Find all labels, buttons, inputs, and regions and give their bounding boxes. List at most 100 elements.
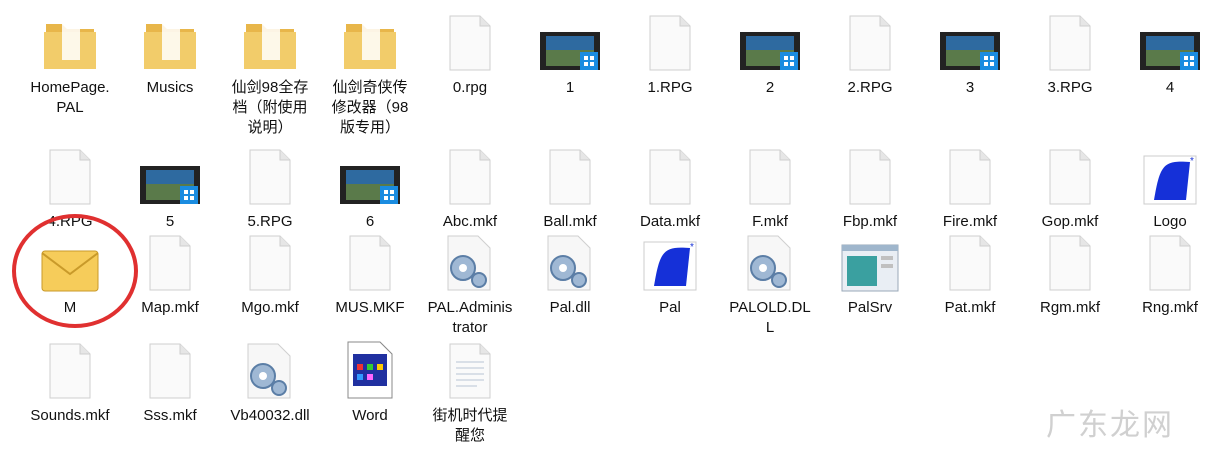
file-label: Mgo.mkf <box>241 299 299 316</box>
blank-icon <box>940 144 1000 206</box>
file-item[interactable]: Abc.mkf <box>420 136 520 232</box>
file-item[interactable]: 4 <box>1120 2 1214 98</box>
video-icon <box>140 144 200 206</box>
file-item[interactable]: HomePage.PAL <box>20 2 120 118</box>
highlight-circle <box>12 214 138 328</box>
file-item[interactable]: Fire.mkf <box>920 136 1020 232</box>
blank-icon <box>740 144 800 206</box>
file-item[interactable]: 仙剑98全存档（附使用说明） <box>220 2 320 138</box>
gear-icon <box>540 230 600 292</box>
file-item[interactable]: 2 <box>720 2 820 98</box>
blank-icon <box>640 10 700 72</box>
blank-icon <box>40 144 100 206</box>
file-item[interactable]: * Pal <box>620 222 720 318</box>
video-icon <box>940 10 1000 72</box>
blank-icon <box>440 144 500 206</box>
file-item[interactable]: MUS.MKF <box>320 222 420 318</box>
blank-icon <box>1040 10 1100 72</box>
file-item[interactable]: 3 <box>920 2 1020 98</box>
file-label: 仙剑98全存档（附使用说明） <box>231 79 309 136</box>
file-item[interactable]: 5 <box>120 136 220 232</box>
video-icon <box>740 10 800 72</box>
file-item[interactable]: 2.RPG <box>820 2 920 98</box>
file-item[interactable]: PALOLD.DLL <box>720 222 820 338</box>
file-label: 1.RPG <box>647 79 693 96</box>
blank-icon <box>340 230 400 292</box>
file-label: MUS.MKF <box>335 299 405 316</box>
file-item[interactable]: 街机时代提醒您 <box>420 330 520 446</box>
blank-icon <box>440 10 500 72</box>
blank-icon <box>940 230 1000 292</box>
file-label: 3.RPG <box>1047 79 1093 96</box>
blank-icon <box>140 338 200 400</box>
file-item[interactable]: Pal.dll <box>520 222 620 318</box>
blank-icon <box>1140 230 1200 292</box>
folder-icon <box>340 10 400 72</box>
text-icon <box>440 338 500 400</box>
app-icon: * <box>640 230 700 292</box>
file-item[interactable]: Musics <box>120 2 220 98</box>
file-item[interactable]: Data.mkf <box>620 136 720 232</box>
folder-icon <box>140 10 200 72</box>
file-item[interactable]: * Logo <box>1120 136 1214 232</box>
blank-icon <box>140 230 200 292</box>
file-item[interactable]: 0.rpg <box>420 2 520 98</box>
blank-icon <box>840 10 900 72</box>
blank-icon <box>1040 230 1100 292</box>
file-item[interactable]: Vb40032.dll <box>220 330 320 426</box>
file-label: Musics <box>146 79 194 96</box>
file-label: PALOLD.DLL <box>729 299 811 336</box>
window-icon <box>840 230 900 292</box>
file-label: Rgm.mkf <box>1040 299 1100 316</box>
file-item[interactable]: Rgm.mkf <box>1020 222 1120 318</box>
blank-icon <box>1040 144 1100 206</box>
file-item[interactable]: Mgo.mkf <box>220 222 320 318</box>
file-item[interactable]: Ball.mkf <box>520 136 620 232</box>
video-icon <box>340 144 400 206</box>
file-item[interactable]: F.mkf <box>720 136 820 232</box>
file-label: Sounds.mkf <box>30 407 110 424</box>
blank-icon <box>40 338 100 400</box>
svg-text:*: * <box>1190 156 1194 167</box>
file-item[interactable]: 5.RPG <box>220 136 320 232</box>
app-icon: * <box>1140 144 1200 206</box>
file-item[interactable]: 3.RPG <box>1020 2 1120 98</box>
file-label: 街机时代提醒您 <box>432 407 508 444</box>
file-item[interactable]: Sss.mkf <box>120 330 220 426</box>
file-item[interactable]: 1.RPG <box>620 2 720 98</box>
gear-icon <box>240 338 300 400</box>
file-label: 3 <box>965 79 975 96</box>
folder-icon <box>40 10 100 72</box>
file-label: Sss.mkf <box>143 407 197 424</box>
word-icon <box>340 338 400 400</box>
gear-icon <box>740 230 800 292</box>
file-label: Pal <box>659 299 681 316</box>
blank-icon <box>840 144 900 206</box>
file-item[interactable]: Gop.mkf <box>1020 136 1120 232</box>
svg-text:*: * <box>690 242 694 253</box>
file-item[interactable]: Pat.mkf <box>920 222 1020 318</box>
file-label: Pat.mkf <box>944 299 996 316</box>
blank-icon <box>240 144 300 206</box>
file-item[interactable]: Sounds.mkf <box>20 330 120 426</box>
file-label: 2 <box>765 79 775 96</box>
file-item[interactable]: Fbp.mkf <box>820 136 920 232</box>
file-item[interactable]: PalSrv <box>820 222 920 318</box>
file-item[interactable]: PAL.Administrator <box>420 222 520 338</box>
file-item[interactable]: 仙剑奇侠传修改器（98版专用） <box>320 2 420 138</box>
file-label: 1 <box>565 79 575 96</box>
blank-icon <box>640 144 700 206</box>
video-icon <box>540 10 600 72</box>
file-item[interactable]: Rng.mkf <box>1120 222 1214 318</box>
gear-icon <box>440 230 500 292</box>
folder-icon <box>240 10 300 72</box>
file-item[interactable]: Word <box>320 330 420 426</box>
video-icon <box>1140 10 1200 72</box>
file-label: 2.RPG <box>847 79 893 96</box>
blank-icon <box>540 144 600 206</box>
file-label: Rng.mkf <box>1142 299 1198 316</box>
file-item[interactable]: 6 <box>320 136 420 232</box>
file-label: Pal.dll <box>549 299 591 316</box>
file-item[interactable]: 1 <box>520 2 620 98</box>
file-label: Map.mkf <box>141 299 199 316</box>
